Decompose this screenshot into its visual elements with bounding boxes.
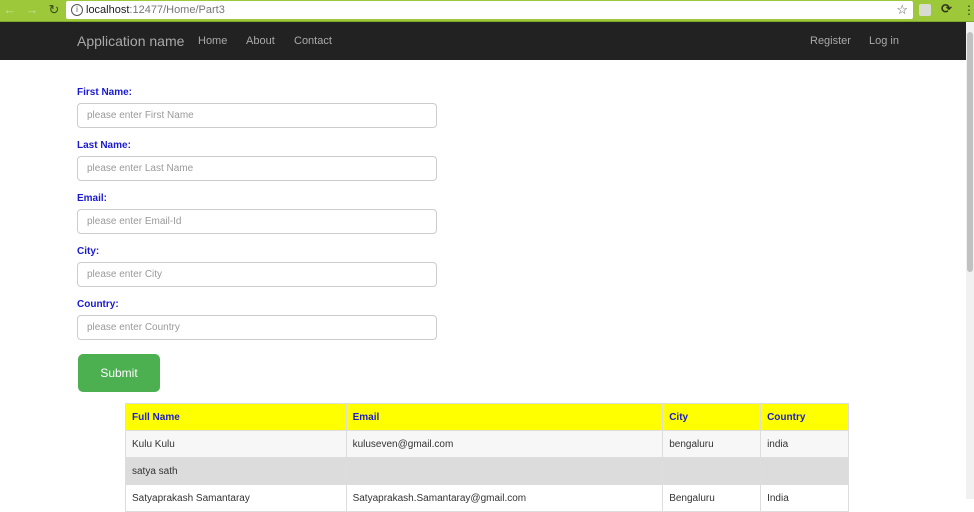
nav-link-contact[interactable]: Contact	[294, 22, 332, 60]
first-name-input[interactable]	[77, 103, 437, 128]
city-input[interactable]	[77, 262, 437, 287]
brand-link[interactable]: Application name	[77, 22, 184, 60]
navbar: Application name Home About Contact Regi…	[0, 22, 966, 60]
menu-kebab-icon[interactable]: ⋮	[963, 2, 974, 18]
extension-icon[interactable]	[919, 4, 931, 16]
address-bar[interactable]: i localhost:12477/Home/Part3 ☆	[66, 1, 913, 19]
last-name-label: Last Name:	[77, 140, 131, 151]
header-full-name: Full Name	[125, 403, 347, 431]
country-input[interactable]	[77, 315, 437, 340]
nav-link-login[interactable]: Log in	[869, 22, 899, 60]
header-email: Email	[345, 403, 664, 431]
nav-link-about[interactable]: About	[246, 22, 275, 60]
table-row: satya sath	[125, 457, 849, 485]
cell-country: india	[760, 430, 849, 458]
scrollbar-thumb[interactable]	[967, 32, 973, 272]
submit-button[interactable]: Submit	[78, 354, 160, 392]
page-scrollbar[interactable]	[966, 22, 974, 499]
url-path: :12477/Home/Part3	[129, 4, 225, 16]
table-header-row: Full Name Email City Country	[125, 403, 849, 431]
cell-country: India	[760, 484, 849, 512]
cell-email: kuluseven@gmail.com	[345, 430, 664, 458]
cell-full-name: satya sath	[125, 457, 347, 485]
forward-arrow-icon[interactable]: →	[24, 2, 40, 18]
last-name-input[interactable]	[77, 156, 437, 181]
cell-city	[662, 457, 762, 485]
cell-email: Satyaprakash.Samantaray@gmail.com	[345, 484, 664, 512]
nav-link-home[interactable]: Home	[198, 22, 227, 60]
email-label: Email:	[77, 193, 108, 204]
cell-country	[760, 457, 849, 485]
url-host: localhost	[86, 4, 130, 16]
back-arrow-icon[interactable]: ←	[2, 2, 18, 18]
header-city: City	[662, 403, 762, 431]
reload-icon[interactable]: ↻	[46, 2, 62, 18]
table-row: Satyaprakash Samantaray Satyaprakash.Sam…	[125, 484, 849, 512]
country-label: Country:	[77, 299, 119, 310]
table-row: Kulu Kulu kuluseven@gmail.com bengaluru …	[125, 430, 849, 458]
browser-toolbar: ← → ↻ i localhost:12477/Home/Part3 ☆ ⟳ ⋮	[0, 0, 974, 22]
people-table: Full Name Email City Country Kulu Kulu k…	[125, 403, 849, 512]
cell-email	[345, 457, 664, 485]
cell-city: Bengaluru	[662, 484, 762, 512]
cell-full-name: Kulu Kulu	[125, 430, 347, 458]
city-label: City:	[77, 246, 100, 257]
nav-link-register[interactable]: Register	[810, 22, 851, 60]
bookmark-star-icon[interactable]: ☆	[896, 1, 908, 19]
email-input[interactable]	[77, 209, 437, 234]
sync-icon[interactable]: ⟳	[941, 2, 952, 18]
header-country: Country	[760, 403, 849, 431]
info-icon[interactable]: i	[71, 4, 83, 16]
cell-city: bengaluru	[662, 430, 762, 458]
cell-full-name: Satyaprakash Samantaray	[125, 484, 347, 512]
first-name-label: First Name:	[77, 87, 133, 98]
